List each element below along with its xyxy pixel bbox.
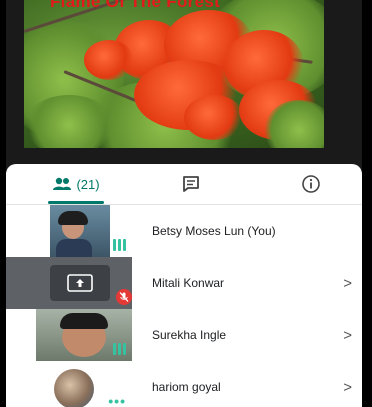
participant-video-thumb: [6, 309, 132, 361]
participant-name: Mitali Konwar: [152, 276, 225, 290]
active-tab-indicator: [48, 201, 104, 204]
participants-panel: (21) Betsy Moses Lun (You) Mitali Konwar…: [6, 164, 362, 407]
mic-muted-icon: [116, 289, 132, 305]
participant-row[interactable]: Surekha Ingle >: [6, 309, 362, 361]
tab-info[interactable]: [266, 164, 356, 204]
chat-icon: [183, 176, 199, 192]
tab-chat[interactable]: [146, 164, 236, 204]
participant-avatar-thumb: •••: [6, 361, 132, 407]
participant-row[interactable]: Mitali Konwar >: [6, 257, 362, 309]
shared-screen-title: Flame Of The Forest: [50, 0, 221, 11]
meeting-screen: Flame Of The Forest (21) Betsy Moses Lun…: [0, 0, 372, 407]
more-dots-icon: •••: [108, 393, 126, 407]
participant-screen-share-thumb: [6, 257, 132, 309]
participant-name: Betsy Moses Lun (You): [152, 224, 276, 238]
participant-video-thumb: [6, 205, 132, 257]
info-icon: [302, 175, 320, 193]
people-count: (21): [76, 176, 100, 192]
people-icon: [53, 177, 72, 190]
present-screen-icon: [67, 274, 93, 297]
participant-name: hariom goyal: [152, 380, 221, 394]
chevron-right-icon[interactable]: >: [343, 361, 352, 407]
panel-tabs: (21): [6, 164, 362, 205]
speaking-indicator: [113, 239, 126, 251]
shared-screen-area: Flame Of The Forest: [6, 0, 362, 170]
participant-name: Surekha Ingle: [152, 328, 227, 342]
avatar: [54, 369, 94, 407]
shared-screen-image: Flame Of The Forest: [24, 0, 324, 148]
participant-row[interactable]: Betsy Moses Lun (You): [6, 205, 362, 257]
participant-row[interactable]: ••• hariom goyal >: [6, 361, 362, 407]
tab-people[interactable]: (21): [26, 164, 126, 204]
chevron-right-icon[interactable]: >: [343, 309, 352, 361]
speaking-indicator: [113, 343, 126, 355]
chevron-right-icon[interactable]: >: [343, 257, 352, 309]
